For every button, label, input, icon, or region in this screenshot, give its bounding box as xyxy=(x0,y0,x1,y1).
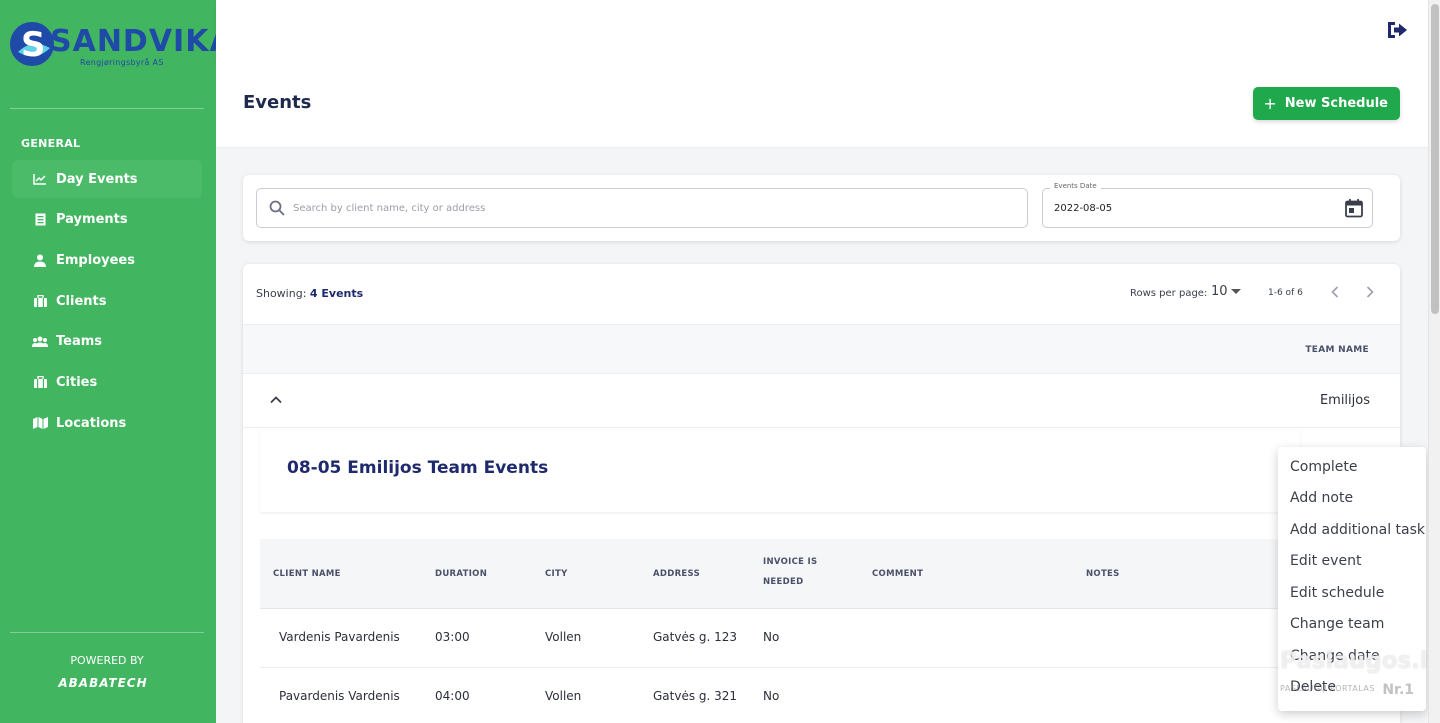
logout-icon[interactable] xyxy=(1386,20,1408,40)
new-schedule-label: New Schedule xyxy=(1284,96,1388,111)
plus-icon: + xyxy=(1263,94,1277,113)
column-header-comment[interactable]: COMMENT xyxy=(872,564,923,584)
sidebar-item-locations[interactable]: Locations xyxy=(12,404,202,442)
event-actions-menu: Complete Add note Add additional task Ed… xyxy=(1278,447,1426,711)
table-row[interactable]: Pavardenis Vardenis 04:00 Vollen Gatvės … xyxy=(260,668,1300,723)
sidebar-item-label: Payments xyxy=(56,212,128,228)
team-group-row[interactable]: Emilijos xyxy=(243,374,1400,428)
sidebar-divider-top xyxy=(10,108,204,109)
column-header-city[interactable]: CITY xyxy=(545,564,568,584)
column-header-client-name[interactable]: CLIENT NAME xyxy=(273,564,341,584)
person-icon xyxy=(32,252,48,268)
sidebar-item-clients[interactable]: Clients xyxy=(12,282,202,320)
address-cell: Gatvės g. 123 xyxy=(653,630,738,644)
team-name-cell: Emilijos xyxy=(1319,393,1370,408)
menu-item-add-note[interactable]: Add note xyxy=(1290,490,1353,506)
chevron-left-icon xyxy=(1331,286,1339,298)
page-scrollbar[interactable] xyxy=(1428,0,1440,723)
group-icon xyxy=(32,334,48,350)
table-header: TEAM NAME xyxy=(243,324,1400,374)
receipt-icon xyxy=(32,212,48,228)
new-schedule-button[interactable]: + New Schedule xyxy=(1253,87,1400,120)
brand-name: SANDVIKA xyxy=(50,24,234,59)
duration-cell: 04:00 xyxy=(435,689,470,703)
events-date-label: Events Date xyxy=(1050,182,1101,190)
rows-per-page-value: 10 xyxy=(1211,284,1228,299)
sidebar-nav: Day Events Payments Employees Clients Te… xyxy=(12,160,202,445)
column-header-invoice-needed[interactable]: INVOICE IS NEEDED xyxy=(763,552,833,592)
city-cell: Vollen xyxy=(545,630,582,644)
sidebar: S SANDVIKA Rengjøringsbyrå AS GENERAL Da… xyxy=(0,0,233,723)
menu-item-change-date[interactable]: Change date xyxy=(1290,648,1380,664)
column-header-address[interactable]: ADDRESS xyxy=(653,564,700,584)
table-row[interactable]: Vardenis Pavardenis 03:00 Vollen Gatvės … xyxy=(260,609,1300,668)
sidebar-item-cities[interactable]: Cities xyxy=(12,363,202,401)
filter-card: Events Date 2022-08-05 xyxy=(243,175,1400,241)
events-date-field[interactable]: Events Date 2022-08-05 xyxy=(1042,182,1373,228)
prev-page-button[interactable] xyxy=(1325,282,1345,302)
sidebar-divider-bottom xyxy=(10,632,204,633)
city-icon xyxy=(32,374,48,390)
sidebar-section-label: GENERAL xyxy=(21,137,81,150)
chevron-right-icon xyxy=(1366,286,1374,298)
team-events-title: 08-05 Emilijos Team Events xyxy=(287,458,549,478)
menu-item-edit-schedule[interactable]: Edit schedule xyxy=(1290,585,1384,601)
calendar-icon[interactable] xyxy=(1344,198,1364,218)
rows-per-page-label: Rows per page: xyxy=(1130,288,1208,299)
city-cell: Vollen xyxy=(545,689,582,703)
sidebar-item-label: Cities xyxy=(56,374,98,390)
search-field[interactable] xyxy=(256,188,1028,228)
brand-logo[interactable]: S SANDVIKA Rengjøringsbyrå AS xyxy=(10,18,233,74)
next-page-button[interactable] xyxy=(1360,282,1380,302)
sidebar-item-label: Day Events xyxy=(56,171,138,187)
chart-line-icon xyxy=(32,171,48,187)
column-header-team-name[interactable]: TEAM NAME xyxy=(1305,345,1369,355)
menu-item-delete[interactable]: Delete xyxy=(1290,679,1336,695)
duration-cell: 03:00 xyxy=(435,630,470,644)
sidebar-item-label: Locations xyxy=(56,415,127,431)
search-input[interactable] xyxy=(293,202,993,214)
team-events-card: 08-05 Emilijos Team Events xyxy=(260,430,1300,512)
top-bar xyxy=(216,0,1428,60)
scrollbar-thumb[interactable] xyxy=(1431,4,1439,314)
powered-by-label: POWERED BY xyxy=(70,654,144,667)
map-icon xyxy=(32,415,48,431)
events-table-card: Showing: 4 Events Rows per page: 10 1-6 … xyxy=(243,264,1400,723)
pagination-range: 1-6 of 6 xyxy=(1268,288,1303,298)
caret-down-icon xyxy=(1230,289,1241,294)
page-title: Events xyxy=(243,92,312,113)
sidebar-item-employees[interactable]: Employees xyxy=(12,241,202,279)
menu-item-edit-event[interactable]: Edit event xyxy=(1290,553,1361,569)
events-date-value[interactable]: 2022-08-05 xyxy=(1054,203,1112,214)
menu-item-change-team[interactable]: Change team xyxy=(1290,616,1384,632)
briefcase-icon xyxy=(32,293,48,309)
showing-summary: Showing: 4 Events xyxy=(256,287,363,300)
sidebar-item-payments[interactable]: Payments xyxy=(12,201,202,239)
menu-item-complete[interactable]: Complete xyxy=(1290,459,1357,475)
brand-subtitle: Rengjøringsbyrå AS xyxy=(80,58,164,67)
chevron-up-icon[interactable] xyxy=(268,392,284,408)
rows-per-page-select[interactable]: 10 xyxy=(1211,284,1241,299)
invoice-cell: No xyxy=(763,630,780,644)
client-name-cell: Pavardenis Vardenis xyxy=(279,689,400,703)
menu-item-add-additional-task[interactable]: Add additional task xyxy=(1290,522,1425,538)
showing-prefix: Showing: xyxy=(256,287,307,300)
logo-letter: S xyxy=(21,25,46,65)
sidebar-item-label: Employees xyxy=(56,252,135,268)
search-icon xyxy=(269,200,285,216)
column-header-duration[interactable]: DURATION xyxy=(435,564,487,584)
invoice-cell: No xyxy=(763,689,780,703)
page-header: Events + New Schedule xyxy=(216,60,1428,148)
sidebar-item-teams[interactable]: Teams xyxy=(12,323,202,361)
sidebar-item-day-events[interactable]: Day Events xyxy=(12,160,202,198)
sidebar-item-label: Clients xyxy=(56,293,107,309)
showing-count: 4 Events xyxy=(309,287,364,300)
column-header-notes[interactable]: NOTES xyxy=(1086,564,1120,584)
client-name-cell: Vardenis Pavardenis xyxy=(279,630,400,644)
address-cell: Gatvės g. 321 xyxy=(653,689,738,703)
events-table-header: CLIENT NAME DURATION CITY ADDRESS INVOIC… xyxy=(260,539,1300,609)
sidebar-item-label: Teams xyxy=(56,334,103,350)
ababatech-logo[interactable]: ABABATECH xyxy=(0,676,206,690)
